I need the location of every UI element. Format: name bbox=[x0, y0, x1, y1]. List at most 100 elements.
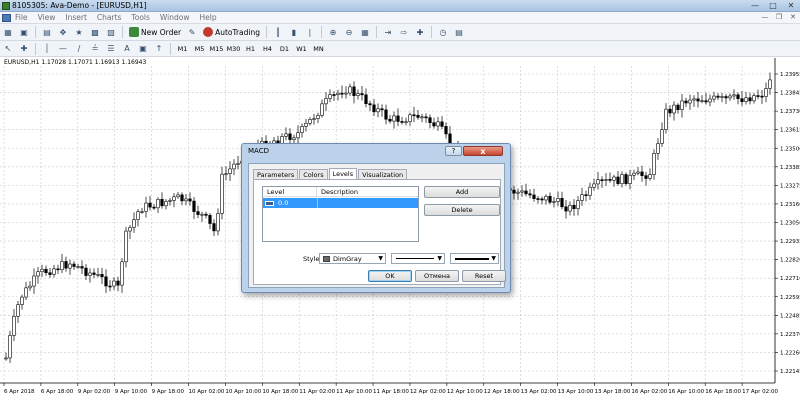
menu-charts[interactable]: Charts bbox=[97, 13, 122, 22]
price-label: 1.22370 bbox=[780, 332, 800, 338]
candle-body bbox=[48, 272, 52, 275]
new-chart-icon[interactable]: ▦ bbox=[1, 26, 15, 39]
periods-icon[interactable]: ◷ bbox=[436, 26, 450, 39]
templates-icon[interactable]: ▤ bbox=[452, 26, 466, 39]
candle-body bbox=[136, 211, 140, 220]
candle-body bbox=[224, 173, 228, 175]
candle-body bbox=[332, 94, 336, 96]
zoom-in-icon[interactable]: ⊕ bbox=[326, 26, 340, 39]
candle-body bbox=[236, 163, 240, 165]
candle-body bbox=[76, 266, 80, 268]
candle-body bbox=[304, 123, 308, 127]
mdi-restore-icon[interactable]: ❐ bbox=[772, 12, 786, 24]
vertical-line-icon[interactable]: │ bbox=[40, 42, 54, 55]
timeframe-w1[interactable]: W1 bbox=[293, 45, 310, 53]
menu-file[interactable]: File bbox=[15, 13, 28, 22]
menu-insert[interactable]: Insert bbox=[65, 13, 87, 22]
line-chart-icon[interactable]: ∣ bbox=[303, 26, 317, 39]
candle-body bbox=[172, 196, 176, 201]
profiles-icon[interactable]: ▣ bbox=[17, 26, 31, 39]
trendline-icon[interactable]: ∕ bbox=[72, 42, 86, 55]
candle-body bbox=[512, 189, 516, 194]
candle-body bbox=[572, 204, 576, 210]
auto-trading-button[interactable]: AutoTrading bbox=[200, 26, 263, 39]
candlestick-icon[interactable]: ▮ bbox=[287, 26, 301, 39]
price-label: 1.23275 bbox=[780, 183, 800, 189]
time-label: 10 Apr 18:00 bbox=[262, 389, 298, 395]
menu-tools[interactable]: Tools bbox=[131, 13, 149, 22]
timeframe-m15[interactable]: M15 bbox=[208, 45, 225, 53]
channel-icon[interactable]: ≟ bbox=[88, 42, 102, 55]
text-icon[interactable]: A bbox=[120, 42, 134, 55]
mdi-close-icon[interactable]: ✕ bbox=[786, 12, 800, 24]
line-style-select[interactable]: ▼ bbox=[391, 253, 445, 264]
timeframe-d1[interactable]: D1 bbox=[276, 45, 293, 53]
tester-icon[interactable]: ▧ bbox=[104, 26, 118, 39]
add-button[interactable]: Add bbox=[424, 186, 500, 198]
chart-shift-icon[interactable]: ⇥ bbox=[381, 26, 395, 39]
candle-body bbox=[44, 268, 48, 274]
data-window-icon[interactable]: ✥ bbox=[56, 26, 70, 39]
description-cell[interactable] bbox=[317, 198, 418, 208]
maximize-icon[interactable]: □ bbox=[764, 0, 782, 12]
terminal-icon[interactable]: ▩ bbox=[88, 26, 102, 39]
tile-windows-icon[interactable]: ▦ bbox=[358, 26, 372, 39]
market-watch-icon[interactable]: ▤ bbox=[40, 26, 54, 39]
candle-body bbox=[56, 268, 60, 271]
close-icon[interactable]: ✕ bbox=[782, 0, 800, 12]
line-style-preview bbox=[396, 258, 434, 259]
arrows-icon[interactable]: ↑ bbox=[152, 42, 166, 55]
timeframe-mn[interactable]: MN bbox=[310, 45, 327, 53]
color-select[interactable]: DimGray ▼ bbox=[319, 253, 386, 264]
fibonacci-icon[interactable]: ☰ bbox=[104, 42, 118, 55]
candle-body bbox=[740, 98, 744, 102]
menu-help[interactable]: Help bbox=[199, 13, 216, 22]
crosshair-icon[interactable]: ✚ bbox=[17, 42, 31, 55]
candle-body bbox=[616, 176, 620, 184]
mdi-minimize-icon[interactable]: — bbox=[758, 12, 772, 24]
timeframe-m1[interactable]: M1 bbox=[174, 45, 191, 53]
time-label: 13 Apr 10:00 bbox=[558, 389, 594, 395]
time-label: 11 Apr 18:00 bbox=[373, 389, 409, 395]
zoom-out-icon[interactable]: ⊖ bbox=[342, 26, 356, 39]
cancel-button[interactable]: Отмена bbox=[415, 270, 459, 282]
cursor-icon[interactable]: ↖ bbox=[1, 42, 15, 55]
dialog-close-button[interactable]: x bbox=[463, 146, 503, 156]
menu-window[interactable]: Window bbox=[160, 13, 190, 22]
menu-view[interactable]: View bbox=[38, 13, 56, 22]
navigator-icon[interactable]: ★ bbox=[72, 26, 86, 39]
candle-body bbox=[568, 204, 572, 212]
col-level-header[interactable]: Level bbox=[263, 187, 317, 196]
ok-button[interactable]: OK bbox=[368, 270, 412, 282]
candle-body bbox=[192, 200, 196, 212]
candle-body bbox=[324, 98, 328, 105]
line-width-select[interactable]: ▼ bbox=[450, 253, 499, 264]
timeframe-h1[interactable]: H1 bbox=[242, 45, 259, 53]
delete-button[interactable]: Delete bbox=[424, 204, 500, 216]
col-description-header[interactable]: Description bbox=[317, 187, 418, 196]
auto-scroll-icon[interactable]: ⇨ bbox=[397, 26, 411, 39]
metaeditor-icon[interactable]: ✎ bbox=[185, 26, 199, 39]
minimize-icon[interactable]: — bbox=[746, 0, 764, 12]
table-row[interactable]: 0.0 bbox=[263, 198, 418, 208]
label-icon[interactable]: ▣ bbox=[136, 42, 150, 55]
reset-button[interactable]: Reset bbox=[462, 270, 506, 282]
candle-body bbox=[196, 211, 200, 215]
timeframe-m5[interactable]: M5 bbox=[191, 45, 208, 53]
timeframe-m30[interactable]: M30 bbox=[225, 45, 242, 53]
candle-body bbox=[440, 121, 444, 127]
candle-body bbox=[564, 206, 568, 212]
candle-body bbox=[16, 304, 20, 317]
timeframe-h4[interactable]: H4 bbox=[259, 45, 276, 53]
candle-body bbox=[184, 198, 188, 202]
indicators-icon[interactable]: ✚ bbox=[413, 26, 427, 39]
level-cell[interactable]: 0.0 bbox=[263, 198, 317, 208]
bar-chart-icon[interactable]: ┃ bbox=[271, 26, 285, 39]
help-button[interactable]: ? bbox=[445, 146, 462, 156]
candle-body bbox=[748, 97, 752, 102]
new-order-button[interactable]: New Order bbox=[126, 26, 184, 39]
dialog-body: Parameters Colors Levels Visualization L… bbox=[248, 163, 506, 288]
horizontal-line-icon[interactable]: — bbox=[56, 42, 70, 55]
level-color-swatch bbox=[265, 200, 274, 206]
levels-table[interactable]: Level Description 0.0 bbox=[262, 186, 419, 242]
